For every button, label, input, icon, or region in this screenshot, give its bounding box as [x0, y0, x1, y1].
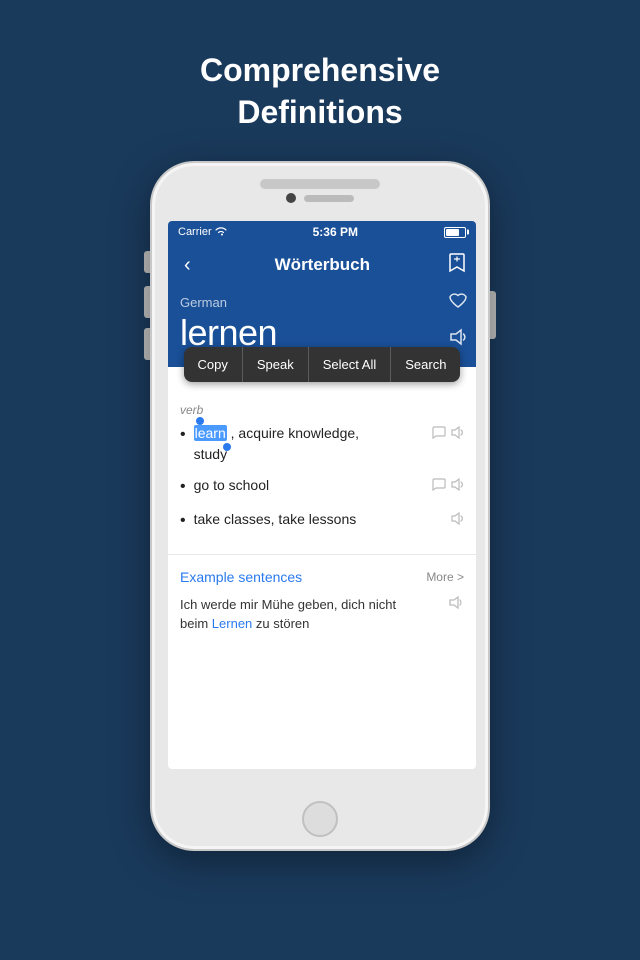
bookmark-button[interactable]: [448, 252, 466, 279]
nav-title: Wörterbuch: [275, 255, 370, 275]
def-icons-3: [450, 509, 464, 531]
search-button[interactable]: Search: [391, 347, 460, 382]
navigation-bar: ‹ Wörterbuch: [168, 243, 476, 287]
back-button[interactable]: ‹: [178, 250, 197, 281]
def-icons-2: [432, 475, 464, 497]
page-title: Comprehensive Definitions: [200, 50, 440, 133]
bubble-icon-2[interactable]: [432, 477, 446, 497]
select-all-button[interactable]: Select All: [309, 347, 391, 382]
more-button[interactable]: More >: [426, 570, 464, 584]
bullet-3: •: [180, 510, 186, 532]
example-text-2: zu stören: [252, 616, 309, 631]
battery-fill: [446, 229, 460, 236]
highlighted-word: learn: [194, 425, 227, 441]
screen: Carrier 5:36 PM ‹ Wörte: [168, 221, 476, 769]
home-button[interactable]: [302, 801, 338, 837]
def-text-2: go to school: [194, 475, 426, 496]
def-text-1: learn , acquire knowledge,study: [194, 423, 426, 465]
bullet-1: •: [180, 424, 186, 446]
bubble-icon-1[interactable]: [432, 425, 446, 445]
speaker-bar: [304, 195, 354, 202]
carrier-label: Carrier: [178, 226, 212, 238]
definition-item-3: • take classes, take lessons: [180, 509, 464, 532]
def-text-3: take classes, take lessons: [194, 509, 444, 530]
speaker-icon-2[interactable]: [450, 477, 464, 497]
examples-title: Example sentences: [180, 569, 302, 585]
phone-shell: Carrier 5:36 PM ‹ Wörte: [150, 161, 490, 851]
phone-mockup: Carrier 5:36 PM ‹ Wörte: [150, 161, 490, 861]
highlight-wrap: learn: [194, 425, 231, 441]
power-button: [490, 291, 496, 339]
def-text-wrap-2: go to school: [194, 475, 464, 497]
examples-header: Example sentences More >: [168, 559, 476, 591]
context-menu: Copy Speak Select All Search: [168, 347, 476, 382]
part-of-speech: verb: [180, 403, 464, 417]
status-bar: Carrier 5:36 PM: [168, 221, 476, 243]
def-text-wrap-1: learn , acquire knowledge,study: [194, 423, 464, 465]
context-menu-inner: Copy Speak Select All Search: [184, 347, 461, 382]
copy-button[interactable]: Copy: [184, 347, 243, 382]
def-text-wrap-3: take classes, take lessons: [194, 509, 464, 531]
definitions-area: verb • learn , acquire knowledge,study: [168, 391, 476, 550]
wifi-icon: [215, 226, 227, 239]
status-time: 5:36 PM: [313, 225, 358, 239]
battery-icon: [444, 227, 466, 238]
language-label: German: [180, 295, 464, 310]
bullet-2: •: [180, 476, 186, 498]
camera-dot: [286, 193, 296, 203]
definition-item-2: • go to school: [180, 475, 464, 498]
phone-camera-area: [286, 193, 354, 203]
section-divider: [168, 554, 476, 555]
heart-icon[interactable]: [448, 291, 468, 314]
speaker-icon-1[interactable]: [450, 425, 464, 445]
phone-top-bar: [260, 179, 380, 189]
examples-speaker-icon[interactable]: [448, 595, 464, 613]
selection-handle-top: [196, 417, 204, 425]
def-icons-1: [432, 423, 464, 445]
definition-item-1: • learn , acquire knowledge,study: [180, 423, 464, 465]
speak-button[interactable]: Speak: [243, 347, 309, 382]
selection-handle-bottom: [223, 443, 231, 451]
side-icons: [448, 287, 468, 351]
example-link-word[interactable]: Lernen: [212, 616, 252, 631]
speaker-icon-3[interactable]: [450, 511, 464, 531]
carrier-info: Carrier: [178, 226, 227, 239]
examples-content: Ich werde mir Mühe geben, dich nichtbeim…: [168, 591, 476, 642]
examples-text: Ich werde mir Mühe geben, dich nichtbeim…: [180, 595, 442, 634]
